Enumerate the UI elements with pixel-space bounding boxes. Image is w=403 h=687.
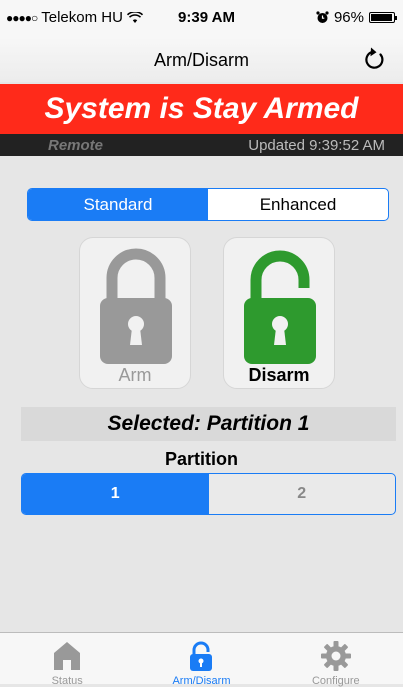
status-bar-right: 96% — [316, 9, 397, 26]
lock-closed-icon — [100, 248, 172, 364]
refresh-icon[interactable] — [359, 44, 389, 74]
sub-status-bar: Remote Updated 9:39:52 AM — [0, 134, 403, 156]
last-updated: Updated 9:39:52 AM — [248, 137, 385, 154]
segment-enhanced[interactable]: Enhanced — [208, 189, 388, 220]
page-title: Arm/Disarm — [154, 50, 249, 70]
arm-button[interactable]: Arm — [79, 237, 191, 389]
tab-configure-label: Configure — [311, 675, 360, 687]
navigation-bar: Arm/Disarm — [0, 38, 403, 82]
disarm-button[interactable]: Disarm — [223, 237, 335, 389]
battery-icon — [369, 12, 397, 23]
tab-status[interactable]: Status — [0, 633, 134, 687]
system-status-banner: System is Stay Armed — [0, 84, 403, 134]
connection-mode: Remote — [48, 137, 104, 154]
tab-bar: Status Arm/Disarm Configure — [0, 632, 403, 687]
tab-configure[interactable]: Configure — [269, 633, 403, 687]
lock-open-icon — [244, 250, 316, 364]
disarm-label: Disarm — [248, 365, 310, 385]
segment-standard[interactable]: Standard — [28, 189, 208, 220]
alarm-clock-icon — [316, 11, 329, 23]
arm-label: Arm — [118, 365, 152, 385]
lock-icon — [190, 641, 213, 671]
mode-segmented-control: Standard Enhanced — [27, 188, 389, 221]
tab-arm-disarm-label: Arm/Disarm — [172, 675, 231, 687]
tab-arm-disarm[interactable]: Arm/Disarm — [134, 633, 268, 687]
partition-heading: Partition — [164, 449, 238, 469]
partition-option-2[interactable]: 2 — [209, 474, 396, 514]
status-bar: ●●●●○ Telekom HU 9:39 AM 96% — [0, 0, 403, 38]
gear-icon — [320, 641, 351, 671]
battery-fill — [371, 14, 393, 21]
selected-partition-label: Selected: Partition 1 — [21, 407, 396, 441]
partition-option-1[interactable]: 1 — [22, 474, 209, 514]
house-icon — [54, 642, 81, 670]
battery-percentage: 96% — [333, 9, 364, 26]
partition-segmented-control: 1 2 — [21, 473, 396, 515]
tab-status-label: Status — [51, 675, 83, 687]
